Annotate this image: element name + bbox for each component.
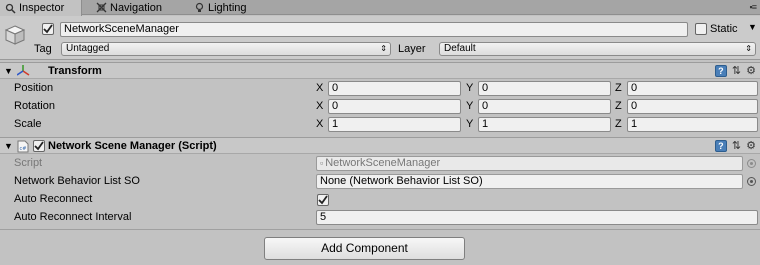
tag-value: Untagged (66, 43, 110, 54)
static-checkbox[interactable] (695, 23, 707, 35)
reconnect-interval-field[interactable]: 5 (316, 210, 758, 225)
auto-reconnect-row: Auto Reconnect (0, 191, 760, 209)
axis-z-label[interactable]: Z (615, 100, 622, 112)
dropdown-arrow-icon: ⇕ (380, 44, 387, 53)
gear-icon[interactable]: ⚙ (746, 65, 756, 77)
scale-z-field[interactable]: 1 (627, 117, 758, 132)
help-icon[interactable]: ? (714, 140, 727, 152)
axis-x-label[interactable]: X (316, 118, 323, 130)
axis-y-label[interactable]: Y (466, 82, 473, 94)
svg-text:c#: c# (20, 146, 27, 152)
tab-navigation[interactable]: Navigation (91, 0, 186, 15)
static-dropdown-icon[interactable]: ▼ (748, 22, 757, 32)
reconnect-interval-row: Auto Reconnect Interval 5 (0, 209, 760, 227)
tag-dropdown[interactable]: Untagged ⇕ (61, 42, 391, 56)
presets-icon[interactable]: ⇅ (732, 140, 741, 152)
active-checkbox[interactable] (42, 23, 54, 35)
tag-label: Tag (34, 43, 52, 55)
dropdown-arrow-icon: ⇕ (745, 44, 752, 53)
script-value: NetworkSceneManager (325, 157, 441, 169)
add-component-button[interactable]: Add Component (264, 237, 465, 260)
static-label: Static (710, 23, 738, 35)
object-name-field[interactable]: NetworkSceneManager (60, 22, 688, 37)
reconnect-interval-label: Auto Reconnect Interval (14, 211, 132, 223)
position-y-field[interactable]: 0 (478, 81, 611, 96)
scale-label: Scale (14, 118, 42, 130)
gameobject-cube-icon (4, 24, 26, 46)
tab-label: Navigation (110, 1, 162, 14)
tab-label: Inspector (19, 2, 65, 14)
axis-x-label[interactable]: X (316, 82, 323, 94)
tab-menu-icon[interactable]: ▪≡ (750, 2, 758, 12)
layer-dropdown[interactable]: Default ⇕ (439, 42, 756, 56)
layer-value: Default (444, 43, 476, 54)
script-row: Script ▫ NetworkSceneManager (0, 155, 760, 173)
position-label: Position (14, 82, 54, 94)
script-file-icon: c# (17, 140, 29, 156)
rotation-label: Rotation (14, 100, 55, 112)
script-component-title: Network Scene Manager (Script) (48, 140, 217, 152)
tab-lighting[interactable]: Lighting (189, 0, 259, 15)
script-object-field: ▫ NetworkSceneManager (316, 156, 743, 171)
object-picker-icon (747, 159, 756, 168)
transform-icon (16, 65, 30, 80)
scale-row: Scale X 1 Y 1 Z 1 (0, 116, 760, 134)
axis-y-label[interactable]: Y (466, 118, 473, 130)
position-x-field[interactable]: 0 (328, 81, 461, 96)
axis-z-label[interactable]: Z (615, 82, 622, 94)
axis-x-label[interactable]: X (316, 100, 323, 112)
behavior-list-field[interactable]: None (Network Behavior List SO) (316, 174, 743, 189)
behavior-list-row: Network Behavior List SO None (Network B… (0, 173, 760, 191)
transform-header[interactable]: ▼ Transform ? ⇅ ⚙ (0, 62, 760, 79)
scale-x-field[interactable]: 1 (328, 117, 461, 132)
axis-y-label[interactable]: Y (466, 100, 473, 112)
scale-y-field[interactable]: 1 (478, 117, 611, 132)
position-row: Position X 0 Y 0 Z 0 (0, 80, 760, 98)
divider (0, 229, 760, 230)
layer-label: Layer (398, 43, 426, 55)
rotation-row: Rotation X 0 Y 0 Z 0 (0, 98, 760, 116)
object-picker-icon[interactable] (747, 177, 756, 186)
script-file-icon: ▫ (320, 158, 324, 168)
position-z-field[interactable]: 0 (627, 81, 758, 96)
help-icon[interactable]: ? (714, 65, 727, 77)
auto-reconnect-label: Auto Reconnect (14, 193, 93, 205)
tab-label: Lighting (208, 1, 247, 14)
navigation-icon (95, 2, 107, 14)
component-enabled-checkbox[interactable] (33, 140, 45, 152)
lighting-icon (193, 2, 205, 14)
transform-title: Transform (48, 65, 102, 77)
inspector-header: NetworkSceneManager Static ▼ Tag Untagge… (0, 16, 760, 60)
rotation-y-field[interactable]: 0 (478, 99, 611, 114)
script-component-header[interactable]: ▼ c# Network Scene Manager (Script) ? ⇅ … (0, 137, 760, 154)
foldout-arrow-icon[interactable]: ▼ (4, 66, 13, 76)
script-label: Script (14, 157, 43, 169)
inspector-icon (4, 2, 16, 14)
tab-inspector[interactable]: Inspector (0, 0, 82, 16)
behavior-list-label: Network Behavior List SO (14, 175, 140, 187)
axis-z-label[interactable]: Z (615, 118, 622, 130)
foldout-arrow-icon[interactable]: ▼ (4, 141, 13, 151)
tab-bar: Inspector Navigation Lighting ▪≡ (0, 0, 760, 16)
presets-icon[interactable]: ⇅ (732, 65, 741, 77)
rotation-z-field[interactable]: 0 (627, 99, 758, 114)
gear-icon[interactable]: ⚙ (746, 140, 756, 152)
auto-reconnect-checkbox[interactable] (317, 194, 329, 206)
rotation-x-field[interactable]: 0 (328, 99, 461, 114)
